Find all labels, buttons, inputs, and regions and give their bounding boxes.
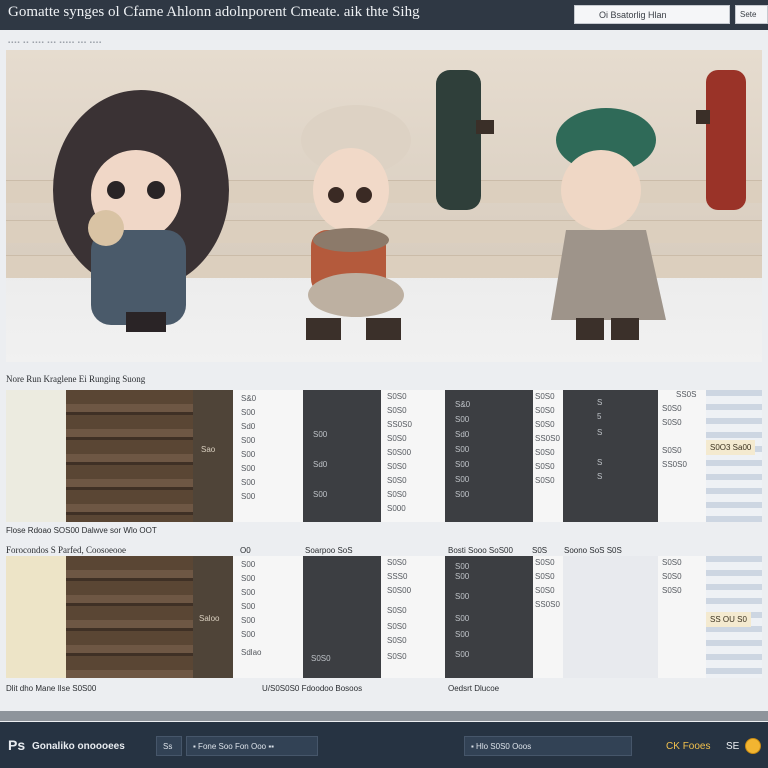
coins-text: Fooes [682, 741, 711, 752]
characters-art [53, 70, 746, 340]
stat-panel-dark-c: S 5 S S S [563, 390, 658, 522]
stat-list-a: S&0 S00 Sd0 S00 S00 S00 S00 S00 [233, 390, 303, 522]
dark-haired-character [53, 90, 229, 332]
window-title: Gomatte synges ol Cfame Ahlonn adolnpore… [8, 4, 420, 20]
dark-boot-icon [436, 70, 494, 210]
breadcrumb: ▪▪▪▪ ▪▪ ▪▪▪▪ ▪▪▪ ▪▪▪▪▪ ▪▪▪ ▪▪▪▪ [8, 40, 103, 46]
app-name: Gonaliko onoooees [32, 741, 125, 752]
stat-list-c: S0S0 S0S0 S0S0 SS0S0 [533, 556, 563, 678]
section-1-label: Nore Run Kraglene Ei Runging Suong [6, 374, 146, 384]
app-logo-icon[interactable]: Ps [8, 737, 25, 753]
coins-label: CK Fooes [666, 741, 710, 752]
title-bar: Gomatte synges ol Cfame Ahlonn adolnpore… [0, 0, 768, 30]
item-brown-panel[interactable]: Saloo [193, 556, 233, 678]
item-thumbnail[interactable] [6, 390, 66, 522]
section-2-footer-right: Oedsrt Dlucoe [448, 684, 500, 693]
section-2-col-label: Bosti Sooo SoS00 [448, 546, 513, 555]
coins-count: SE [726, 741, 740, 752]
section-2-footer-left: Dlit dho Mane Ilse S0S00 [6, 684, 97, 693]
inventory-row-2: Saloo S00 S00 S00 S00 S00 S00 Sdlao S0S0… [6, 556, 762, 678]
taskbar-button-3[interactable]: ▪ Hlo S0S0 Ooos [464, 736, 632, 756]
stat-panel-dark-a: S00 Sd0 S00 [303, 390, 381, 522]
stat-list-d: SS0S S0S0 S0S0 S0S0 SS0S0 [658, 390, 706, 522]
section-2-col-label: S0S [532, 546, 548, 555]
hero-illustration [6, 50, 762, 362]
stat-list-b: S0S0 SSS0 S0S00 S0S0 S0S0 S0S0 S0S0 [381, 556, 445, 678]
inventory-row-1: Sao S&0 S00 Sd0 S00 S00 S00 S00 S00 S00 … [6, 390, 762, 522]
stat-list-a: S00 S00 S00 S00 S00 S00 Sdlao [233, 556, 303, 678]
stat-list-blue [706, 390, 762, 522]
section-2-footer-mid: U/S0S0S0 Fdoodoo Bosoos [262, 684, 363, 693]
cream-hat-character [301, 105, 411, 340]
section-1-footer: Flose Rdoao SOS00 Dalwve sor Wlo OOT [6, 526, 157, 535]
coin-icon[interactable] [745, 738, 761, 754]
search-placeholder: Oi Bsatorlig Hlan [599, 10, 667, 20]
stat-panel-dark-a: S0S0 [303, 556, 381, 678]
taskbar-button-2[interactable]: ▪ Fone Soo Fon Ooo ▪▪ [186, 736, 318, 756]
settings-button[interactable]: Sete [735, 5, 768, 24]
stat-panel-pale [563, 556, 658, 678]
item-thumbnail-shelf[interactable] [66, 390, 193, 522]
taskbar-button-1[interactable]: Ss [156, 736, 182, 756]
green-hat-character [551, 108, 666, 340]
section-2-col-label: Soarpoo SoS [305, 546, 353, 555]
section-2-label: Forocondos S Parfed, Coosoeooe [6, 545, 126, 555]
item-thumbnail-shelf[interactable] [66, 556, 193, 678]
settings-button-label: Sete [740, 10, 757, 19]
item-thumbnail[interactable] [6, 556, 66, 678]
price-chip[interactable]: SS OU S0 [706, 612, 751, 627]
stat-panel-dark-b: S00 S00 S00 S00 S00 S00 [445, 556, 533, 678]
taskbar: Ps Gonaliko onoooees Ss ▪ Fone Soo Fon O… [0, 722, 768, 768]
price-chip[interactable]: S0O3 Sa00 [706, 440, 756, 455]
coins-prefix: CK [666, 741, 680, 752]
search-input[interactable]: Oi Bsatorlig Hlan [574, 5, 730, 24]
item-brown-panel[interactable]: Sao [193, 390, 233, 522]
stat-panel-dark-b: S&0 S00 Sd0 S00 S00 S00 S00 [445, 390, 533, 522]
section-2-col-label: Soono SoS S0S [564, 546, 622, 555]
status-strip [0, 711, 768, 721]
section-2-col-label: O0 [240, 546, 251, 555]
stat-list-b: S0S0 S0S0 SS0S0 S0S0 S0S00 S0S0 S0S0 S0S… [381, 390, 445, 522]
stat-list-c: S0S0 S0S0 S0S0 SS0S0 S0S0 S0S0 S0S0 [533, 390, 563, 522]
red-boot-icon [696, 70, 746, 210]
stat-list-d: S0S0 S0S0 S0S0 [658, 556, 706, 678]
